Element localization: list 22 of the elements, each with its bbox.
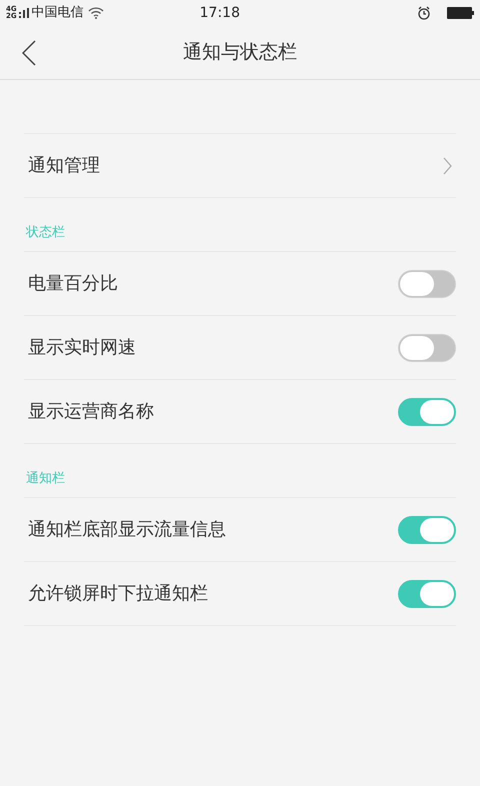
setting-label: 显示运营商名称 <box>28 400 154 424</box>
toggle-switch[interactable] <box>398 334 456 362</box>
section-header: 通知栏 <box>25 470 66 488</box>
setting-label: 通知栏底部显示流量信息 <box>28 518 226 542</box>
chevron-right-icon <box>443 156 452 174</box>
toggle-switch[interactable] <box>398 270 456 298</box>
toggle-switch[interactable] <box>398 580 456 608</box>
setting-label: 允许锁屏时下拉通知栏 <box>28 582 208 606</box>
back-icon <box>22 40 36 66</box>
setting-label: 电量百分比 <box>28 272 118 296</box>
carrier-name: 中国电信 <box>32 4 84 22</box>
alarm-icon <box>417 6 431 20</box>
battery-icon <box>447 7 474 19</box>
signal-icon <box>18 7 29 19</box>
setting-label: 显示实时网速 <box>28 336 136 360</box>
wifi-icon <box>88 7 104 19</box>
page-title: 通知与状态栏 <box>183 40 297 66</box>
clock-time: 17:18 <box>200 4 240 22</box>
toggle-switch[interactable] <box>398 516 456 544</box>
toggle-switch[interactable] <box>398 398 456 426</box>
section-header: 状态栏 <box>24 224 66 242</box>
settings-link-row[interactable]: 通知管理 <box>24 134 456 198</box>
